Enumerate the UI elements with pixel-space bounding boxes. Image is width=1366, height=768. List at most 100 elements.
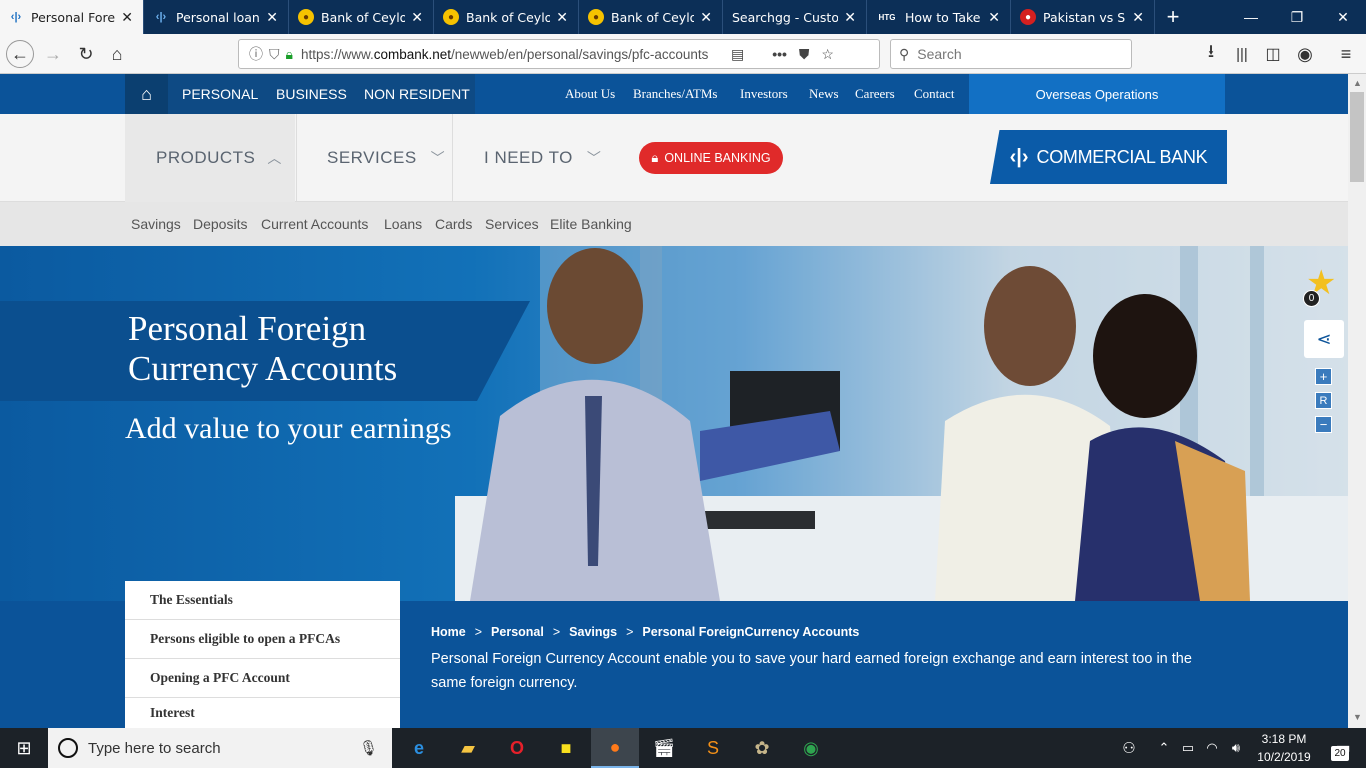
online-banking-button[interactable]: 🔒︎ ONLINE BANKING bbox=[639, 142, 783, 174]
zoom-reset-button[interactable]: R bbox=[1315, 392, 1332, 409]
tab-cricket[interactable]: ● Pakistan vs Sri Lanka ✕ bbox=[1012, 0, 1155, 34]
edge-icon[interactable]: e bbox=[395, 728, 443, 768]
sticky-notes-icon[interactable]: ■ bbox=[542, 728, 590, 768]
subnav-services[interactable]: Services bbox=[485, 202, 539, 246]
share-icon[interactable]: ⋖ bbox=[1304, 320, 1344, 358]
account-icon[interactable]: ◉ bbox=[1291, 40, 1319, 68]
nav-i-need-to[interactable]: I NEED TO ﹀ bbox=[484, 114, 601, 202]
commercial-bank-logo[interactable]: ‹|› COMMERCIAL BANK bbox=[990, 130, 1227, 184]
link-careers[interactable]: Careers bbox=[855, 74, 895, 114]
link-investors[interactable]: Investors bbox=[740, 74, 788, 114]
close-tab-icon[interactable]: ✕ bbox=[411, 9, 423, 26]
info-icon[interactable]: ⓘ bbox=[249, 44, 263, 64]
firefox-icon[interactable]: ● bbox=[591, 728, 639, 768]
side-menu-opening-account[interactable]: Opening a PFC Account bbox=[125, 659, 400, 698]
search-bar[interactable]: ⚲ Search bbox=[890, 39, 1132, 69]
tab-title: How to Take Screenshots bbox=[905, 9, 982, 25]
subnav-loans[interactable]: Loans bbox=[384, 202, 422, 246]
tracking-shield-icon[interactable]: ⛉ bbox=[269, 46, 280, 63]
taskbar-search-box[interactable]: Type here to search 🎙︎ bbox=[48, 728, 392, 768]
url-bar[interactable]: ⓘ ⛉ 🔒︎ https://www.combank.net/newweb/en… bbox=[238, 39, 880, 69]
tab-searchgg[interactable]: Searchgg - Customized ✕ bbox=[724, 0, 867, 34]
home-icon[interactable]: ⌂ bbox=[103, 40, 131, 68]
nav-products[interactable]: PRODUCTS ︿ bbox=[156, 114, 282, 202]
page-actions-icon[interactable]: ••• bbox=[772, 46, 787, 62]
clock-time: 3:18 PM bbox=[1261, 732, 1307, 746]
hero-banner: Personal Foreign Currency Accounts Add v… bbox=[0, 246, 1348, 601]
side-menu-persons-eligible[interactable]: Persons eligible to open a PFCAs bbox=[125, 620, 400, 659]
forward-icon[interactable]: → bbox=[39, 40, 67, 68]
movie-maker-icon[interactable]: 🎬︎ bbox=[640, 728, 688, 768]
breadcrumb-home[interactable]: Home bbox=[431, 625, 466, 639]
minimize-icon[interactable]: — bbox=[1228, 0, 1274, 34]
chrome-icon[interactable]: ◉ bbox=[787, 728, 835, 768]
subnav-deposits[interactable]: Deposits bbox=[193, 202, 247, 246]
tab-boc-1[interactable]: ● Bank of Ceylon ✕ bbox=[290, 0, 434, 34]
link-news[interactable]: News bbox=[809, 74, 839, 114]
url-text: https://www.combank.net/newweb/en/person… bbox=[301, 47, 721, 62]
side-menu-the-essentials[interactable]: The Essentials bbox=[125, 581, 400, 620]
back-icon[interactable]: ← bbox=[6, 40, 34, 68]
wifi-icon[interactable]: ◠ bbox=[1200, 728, 1224, 768]
pocket-icon[interactable]: ⛊ bbox=[799, 46, 810, 63]
subnav-current-accounts[interactable]: Current Accounts bbox=[261, 202, 368, 246]
volume-icon[interactable]: 🔊︎ bbox=[1224, 728, 1248, 768]
zoom-in-button[interactable]: + bbox=[1315, 368, 1332, 385]
tab-title: Bank of Ceylon bbox=[321, 9, 405, 25]
bookmark-star-icon[interactable]: ☆ bbox=[821, 46, 834, 63]
breadcrumb-savings[interactable]: Savings bbox=[569, 625, 617, 639]
close-tab-icon[interactable]: ✕ bbox=[1132, 9, 1144, 26]
clock[interactable]: 3:18 PM 10/2/2019 bbox=[1250, 730, 1318, 766]
tab-boc-3[interactable]: ● Bank of Ceylon ✕ bbox=[580, 0, 723, 34]
nav-services[interactable]: SERVICES ﹀ bbox=[327, 114, 445, 202]
zoom-out-button[interactable]: − bbox=[1315, 416, 1332, 433]
link-about-us[interactable]: About Us bbox=[565, 74, 615, 114]
subnav-cards[interactable]: Cards bbox=[435, 202, 472, 246]
scroll-down-icon[interactable]: ▼ bbox=[1353, 712, 1362, 722]
scroll-up-icon[interactable]: ▲ bbox=[1353, 78, 1362, 88]
close-tab-icon[interactable]: ✕ bbox=[266, 9, 278, 26]
close-tab-icon[interactable]: ✕ bbox=[556, 9, 568, 26]
reload-icon[interactable]: ↻ bbox=[72, 40, 100, 68]
scroll-thumb[interactable] bbox=[1350, 92, 1364, 182]
breadcrumb-separator: > bbox=[552, 625, 561, 639]
app-icon[interactable]: ✿ bbox=[738, 728, 786, 768]
link-branches-atms[interactable]: Branches/ATMs bbox=[633, 74, 718, 114]
vertical-scrollbar[interactable]: ▲ ▼ bbox=[1348, 74, 1366, 728]
overseas-operations-link[interactable]: Overseas Operations bbox=[969, 74, 1225, 114]
sublime-icon[interactable]: S bbox=[689, 728, 737, 768]
tab-htg[interactable]: HTG How to Take Screenshots ✕ bbox=[868, 0, 1011, 34]
side-menu-interest[interactable]: Interest bbox=[125, 698, 400, 728]
subnav-elite-banking[interactable]: Elite Banking bbox=[550, 202, 632, 246]
microphone-icon[interactable]: 🎙︎ bbox=[359, 739, 378, 757]
link-contact[interactable]: Contact bbox=[914, 74, 954, 114]
menu-icon[interactable]: ≡ bbox=[1332, 40, 1360, 68]
tab-boc-2[interactable]: ● Bank of Ceylon ✕ bbox=[435, 0, 579, 34]
restore-icon[interactable]: ❐ bbox=[1274, 0, 1320, 34]
windows-start-icon[interactable]: ⊞ bbox=[0, 728, 48, 768]
nav-personal[interactable]: PERSONAL bbox=[182, 74, 258, 114]
breadcrumb-personal[interactable]: Personal bbox=[491, 625, 544, 639]
close-window-icon[interactable]: ✕ bbox=[1320, 0, 1366, 34]
people-icon[interactable]: ⚇ bbox=[1106, 728, 1152, 768]
reader-view-icon[interactable]: ▤ bbox=[731, 46, 744, 63]
tab-personal-loan[interactable]: ‹|› Personal loan | Personal ✕ bbox=[145, 0, 289, 34]
close-tab-icon[interactable]: ✕ bbox=[121, 9, 133, 26]
nav-business[interactable]: BUSINESS bbox=[276, 74, 347, 114]
new-tab-icon[interactable]: + bbox=[1156, 0, 1190, 34]
sidebar-icon[interactable]: ◫ bbox=[1259, 40, 1287, 68]
download-icon[interactable]: ⭳ bbox=[1197, 40, 1225, 68]
nav-non-resident[interactable]: NON RESIDENT bbox=[364, 74, 470, 114]
search-icon: ⚲ bbox=[899, 45, 910, 62]
close-tab-icon[interactable]: ✕ bbox=[844, 9, 856, 26]
site-home-icon[interactable]: ⌂ bbox=[125, 74, 168, 114]
subnav-savings[interactable]: Savings bbox=[131, 202, 181, 246]
file-explorer-icon[interactable]: ▰ bbox=[444, 728, 492, 768]
tray-chevron-up-icon[interactable]: ⌃ bbox=[1152, 728, 1176, 768]
close-tab-icon[interactable]: ✕ bbox=[700, 9, 712, 26]
close-tab-icon[interactable]: ✕ bbox=[988, 9, 1000, 26]
library-icon[interactable]: ||| bbox=[1228, 40, 1256, 68]
opera-icon[interactable]: O bbox=[493, 728, 541, 768]
tab-personal-foreign[interactable]: ‹|› Personal Foreign Currency Accounts ✕ bbox=[0, 0, 144, 34]
battery-icon[interactable]: ▭ bbox=[1176, 728, 1200, 768]
